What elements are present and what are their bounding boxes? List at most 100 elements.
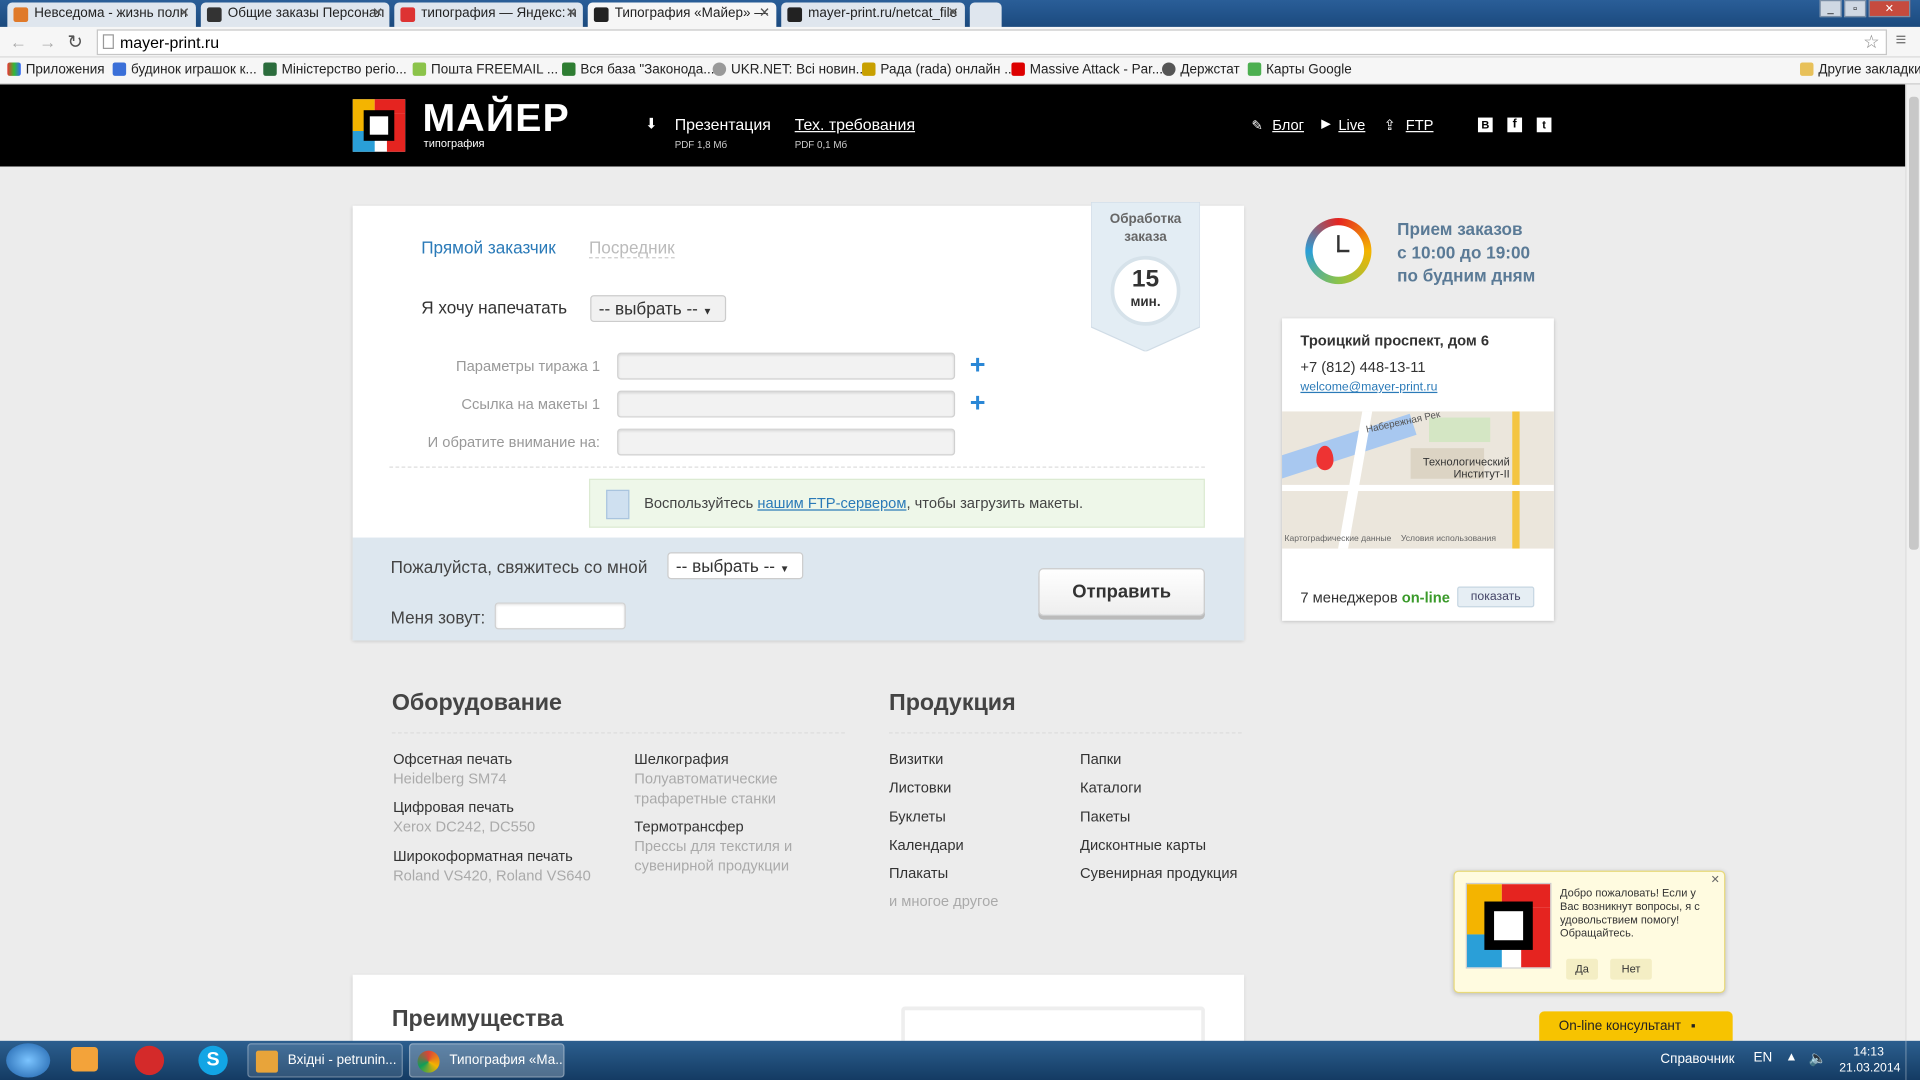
close-tab-icon[interactable]: ✕	[179, 5, 190, 21]
tab-mayer[interactable]: Типография «Майер» — ✕	[587, 2, 777, 27]
app-icon[interactable]	[134, 1045, 165, 1076]
chat-popup: Добро пожаловать! Если у Вас возникнут в…	[1453, 870, 1726, 994]
logo-title[interactable]: МАЙЕР	[422, 96, 569, 141]
bookmark-7[interactable]: Massive Attack - Par...	[1011, 62, 1163, 77]
field1-label: Параметры тиража 1	[456, 357, 601, 375]
bookmark-8[interactable]: Держстат	[1162, 62, 1240, 77]
add-params-icon[interactable]: +	[970, 349, 986, 381]
show-managers-button[interactable]: показать	[1457, 586, 1535, 608]
print-params-input[interactable]	[617, 352, 956, 380]
minimize-button[interactable]: _	[1819, 0, 1842, 18]
forward-icon[interactable]: →	[39, 32, 56, 52]
new-tab-button[interactable]	[969, 2, 1002, 27]
skype-icon[interactable]: S	[198, 1045, 228, 1076]
bookmark-1[interactable]: будинок иrpaшок к...	[112, 62, 257, 77]
twitter-icon[interactable]: t	[1536, 117, 1552, 133]
star-icon[interactable]: ☆	[1863, 31, 1879, 53]
email-link[interactable]: welcome@mayer-print.ru	[1300, 381, 1437, 394]
product-item[interactable]: Каталоги	[1080, 779, 1142, 796]
tab-direct-customer[interactable]: Прямой заказчик	[421, 238, 556, 258]
address-text: Троицкий проспект, дом 6	[1300, 331, 1490, 349]
bookmark-9[interactable]: Карты Google	[1247, 62, 1352, 77]
tab-netcat[interactable]: mayer-print.ru/netcat_file ✕	[781, 2, 965, 27]
product-item[interactable]: Визитки	[889, 751, 943, 768]
map-footer: Картографические данные Условия использо…	[1284, 535, 1496, 544]
product-item[interactable]: Листовки	[889, 779, 951, 796]
volume-icon[interactable]: 🔈	[1809, 1049, 1827, 1066]
media-player-icon[interactable]	[71, 1046, 98, 1072]
tab-orders[interactable]: Общие заказы Персонал ✕	[200, 2, 390, 27]
chat-avatar	[1465, 882, 1552, 969]
page-content: Прямой заказчик Посредник Я хочу напечат…	[0, 166, 1906, 1041]
scrollbar-thumb[interactable]	[1908, 96, 1919, 550]
add-link-icon[interactable]: +	[970, 387, 986, 419]
logo-icon[interactable]	[352, 99, 406, 152]
chat-yes-button[interactable]: Да	[1566, 958, 1598, 980]
print-type-select[interactable]: -- выбрать -- ▼	[590, 295, 727, 323]
name-input[interactable]	[494, 602, 626, 630]
page-scrollbar[interactable]	[1905, 84, 1920, 1041]
contact-method-select[interactable]: -- выбрать -- ▼	[667, 552, 804, 580]
vk-icon[interactable]: B	[1477, 117, 1493, 133]
product-item[interactable]: Пакеты	[1080, 808, 1130, 825]
tab-yandex[interactable]: типография — Яндекс: н ✕	[394, 2, 583, 27]
ftp-link[interactable]: FTP	[1406, 116, 1434, 133]
bookmark-5[interactable]: UKR.NET: Всі новин...	[712, 62, 867, 77]
bookmark-6[interactable]: Рада (rada) онлайн ...	[862, 62, 1015, 77]
map[interactable]: Набережная Рек Технологический Институт-I…	[1282, 411, 1554, 549]
close-tab-icon[interactable]: ✕	[947, 5, 958, 21]
menu-icon[interactable]: ≡	[1896, 29, 1907, 50]
equipment-wide[interactable]: Широкоформатная печать	[393, 847, 573, 864]
submit-button[interactable]: Отправить	[1038, 568, 1205, 616]
product-item[interactable]: Плакаты	[889, 864, 948, 881]
facebook-icon[interactable]: f	[1507, 117, 1523, 133]
bookmark-2[interactable]: Міністерство регіо...	[263, 62, 407, 77]
close-window-button[interactable]: ✕	[1868, 0, 1911, 18]
blog-link[interactable]: Блог	[1272, 116, 1304, 133]
maximize-button[interactable]: ▫	[1844, 0, 1867, 18]
other-bookmarks[interactable]: Другие закладки	[1800, 62, 1920, 77]
equipment-digital[interactable]: Цифровая печать	[393, 798, 514, 815]
taskbar-chrome[interactable]: Типография «Ма...	[408, 1043, 565, 1078]
order-form-card: Прямой заказчик Посредник Я хочу напечат…	[352, 201, 1245, 641]
equipment-thermo[interactable]: Термотрансфер	[634, 818, 743, 835]
close-chat-icon[interactable]: ✕	[1711, 873, 1720, 886]
equipment-offset[interactable]: Офсетная печать	[393, 751, 512, 768]
start-button[interactable]	[6, 1043, 51, 1078]
bookmark-apps[interactable]: Приложения	[7, 62, 105, 77]
close-tab-icon[interactable]: ✕	[372, 5, 383, 21]
language-indicator[interactable]: EN	[1753, 1051, 1772, 1066]
product-item[interactable]: Дисконтные карты	[1080, 836, 1206, 853]
tab-nevsedoma[interactable]: Невседома - жизнь полн ✕	[7, 2, 196, 27]
reload-icon[interactable]: ↻	[67, 31, 82, 53]
taskbar-outlook[interactable]: Вхідні - petrunin...	[247, 1043, 403, 1078]
bookmark-3[interactable]: Пошта FREEMAIL ...	[412, 62, 558, 77]
product-item[interactable]: Буклеты	[889, 808, 946, 825]
show-desktop-button[interactable]	[1905, 1040, 1920, 1080]
close-tab-icon[interactable]: ✕	[759, 5, 770, 21]
back-icon[interactable]: ←	[10, 32, 27, 52]
phone-text[interactable]: +7 (812) 448-13-11	[1300, 359, 1425, 376]
divider	[391, 732, 845, 734]
product-item[interactable]: Календари	[889, 836, 964, 853]
presentation-link[interactable]: Презентация	[675, 115, 771, 133]
chat-no-button[interactable]: Нет	[1610, 958, 1652, 980]
toolbar-label[interactable]: Справочник	[1660, 1052, 1734, 1067]
product-item[interactable]: Сувенирная продукция	[1080, 864, 1238, 881]
layout-link-input[interactable]	[617, 390, 956, 418]
close-tab-icon[interactable]: ✕	[565, 5, 576, 21]
equipment-silkscreen[interactable]: Шелкография	[634, 751, 728, 768]
tray-arrow-icon[interactable]: ▲	[1785, 1051, 1797, 1064]
live-link[interactable]: Live	[1338, 116, 1365, 133]
product-item[interactable]: Папки	[1080, 751, 1121, 768]
contacts-card: Троицкий проспект, дом 6 +7 (812) 448-13…	[1282, 318, 1554, 621]
online-consultant-button[interactable]: On-line консультант ▪	[1539, 1011, 1733, 1041]
tab-intermediary[interactable]: Посредник	[588, 238, 675, 259]
bookmark-4[interactable]: Вся база "Законода...	[562, 62, 714, 77]
address-bar[interactable]: mayer-print.ru ☆	[96, 29, 1887, 56]
notes-input[interactable]	[617, 428, 956, 456]
product-more[interactable]: и многое другое	[889, 891, 998, 911]
tech-requirements-link[interactable]: Тех. требования	[795, 115, 915, 133]
ftp-server-link[interactable]: нашим FTP-сервером	[757, 495, 906, 512]
clock[interactable]: 14:13 21.03.2014	[1839, 1044, 1900, 1076]
